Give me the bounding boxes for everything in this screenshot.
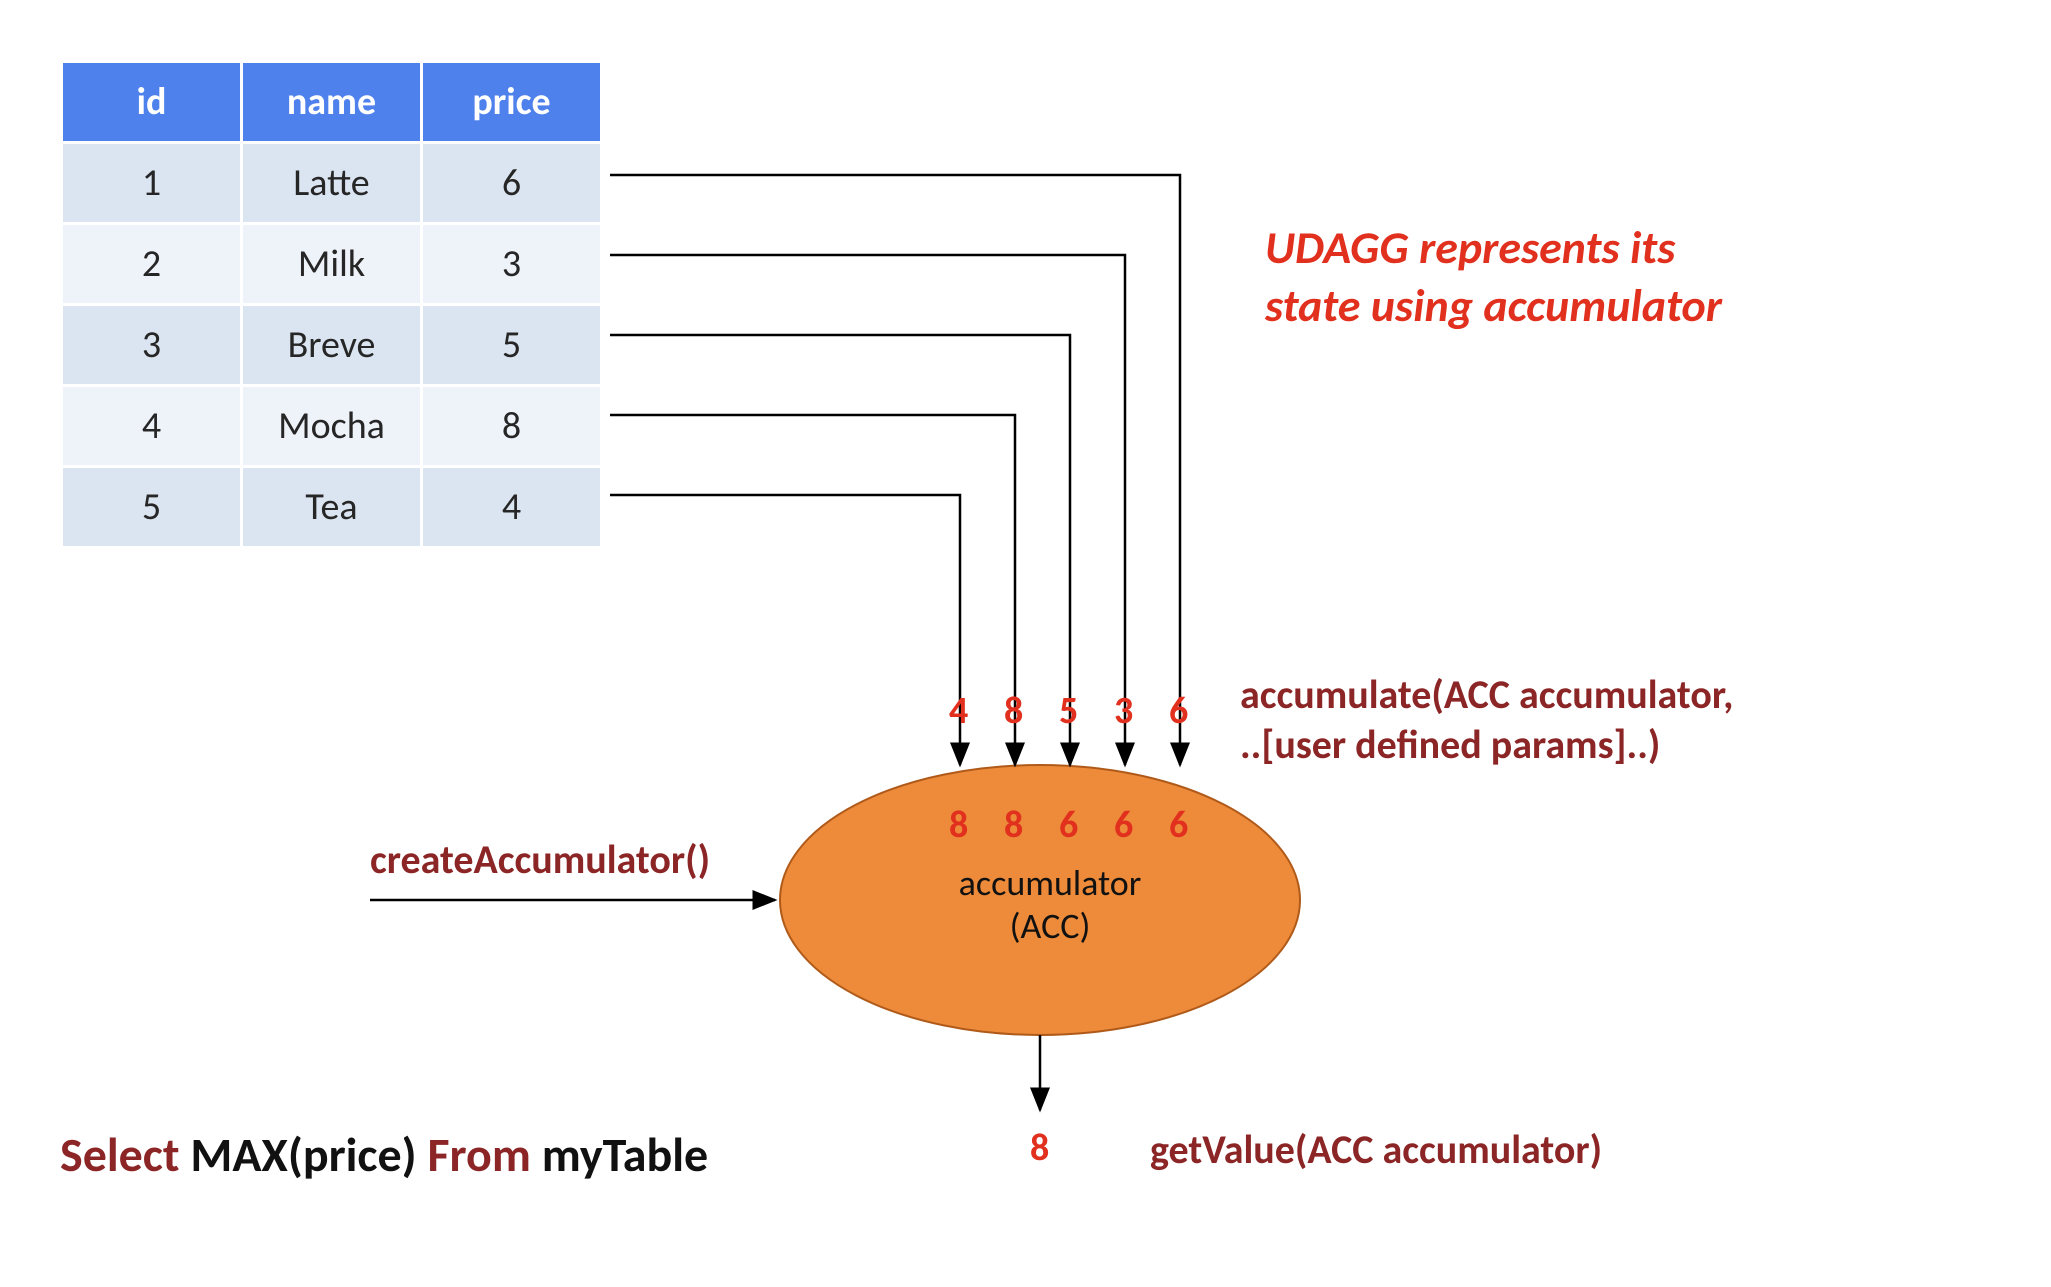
row-arrow-1 bbox=[610, 175, 1180, 765]
udagg-note: UDAGG represents its state using accumul… bbox=[1265, 220, 1722, 335]
get-value-label: getValue(ACC accumulator) bbox=[1150, 1125, 1602, 1175]
input-number: 5 bbox=[1059, 688, 1078, 736]
table-row: 5 Tea 4 bbox=[62, 467, 602, 548]
col-header-id: id bbox=[62, 62, 242, 143]
accumulator-line2: (ACC) bbox=[940, 905, 1160, 948]
cell-name: Mocha bbox=[242, 386, 422, 467]
accumulator-line1: accumulator bbox=[940, 862, 1160, 905]
cell-price: 4 bbox=[422, 467, 602, 548]
cell-name: Tea bbox=[242, 467, 422, 548]
cell-name: Breve bbox=[242, 305, 422, 386]
accumulate-label-line2: ..[user defined params]..) bbox=[1240, 720, 1734, 770]
diagram-canvas: id name price 1 Latte 6 2 Milk 3 3 Breve… bbox=[0, 0, 2051, 1287]
udagg-note-line2: state using accumulator bbox=[1265, 278, 1722, 336]
col-header-name: name bbox=[242, 62, 422, 143]
cell-price: 5 bbox=[422, 305, 602, 386]
row-arrow-5 bbox=[610, 495, 960, 765]
state-number: 8 bbox=[949, 802, 968, 850]
row-arrow-3 bbox=[610, 335, 1070, 765]
sql-statement: Select MAX(price) From myTable bbox=[60, 1125, 708, 1185]
cell-price: 3 bbox=[422, 224, 602, 305]
create-accumulator-label: createAccumulator() bbox=[370, 835, 710, 885]
result-number: 8 bbox=[1030, 1125, 1049, 1173]
cell-price: 8 bbox=[422, 386, 602, 467]
cell-id: 3 bbox=[62, 305, 242, 386]
row-arrow-2 bbox=[610, 255, 1125, 765]
input-number: 4 bbox=[949, 688, 968, 736]
sql-select-kw: Select bbox=[60, 1125, 180, 1184]
state-number: 8 bbox=[1004, 802, 1023, 850]
state-number: 6 bbox=[1169, 802, 1188, 850]
input-number: 6 bbox=[1169, 688, 1188, 736]
cell-name: Milk bbox=[242, 224, 422, 305]
sql-fn: MAX(price) bbox=[190, 1125, 416, 1184]
state-number: 6 bbox=[1059, 802, 1078, 850]
input-number: 8 bbox=[1004, 688, 1023, 736]
table-row: 2 Milk 3 bbox=[62, 224, 602, 305]
table-row: 3 Breve 5 bbox=[62, 305, 602, 386]
table-row: 4 Mocha 8 bbox=[62, 386, 602, 467]
cell-id: 5 bbox=[62, 467, 242, 548]
cell-price: 6 bbox=[422, 143, 602, 224]
input-number: 3 bbox=[1114, 688, 1133, 736]
accumulator-text: accumulator (ACC) bbox=[940, 862, 1160, 948]
udagg-note-line1: UDAGG represents its bbox=[1265, 220, 1722, 278]
cell-id: 2 bbox=[62, 224, 242, 305]
sql-table: myTable bbox=[542, 1125, 708, 1184]
accumulate-label: accumulate(ACC accumulator, ..[user defi… bbox=[1240, 670, 1734, 770]
state-number: 6 bbox=[1114, 802, 1133, 850]
accumulate-label-line1: accumulate(ACC accumulator, bbox=[1240, 670, 1734, 720]
col-header-price: price bbox=[422, 62, 602, 143]
cell-id: 4 bbox=[62, 386, 242, 467]
table-row: 1 Latte 6 bbox=[62, 143, 602, 224]
sql-from-kw: From bbox=[428, 1125, 531, 1184]
cell-name: Latte bbox=[242, 143, 422, 224]
cell-id: 1 bbox=[62, 143, 242, 224]
data-table: id name price 1 Latte 6 2 Milk 3 3 Breve… bbox=[60, 60, 603, 549]
